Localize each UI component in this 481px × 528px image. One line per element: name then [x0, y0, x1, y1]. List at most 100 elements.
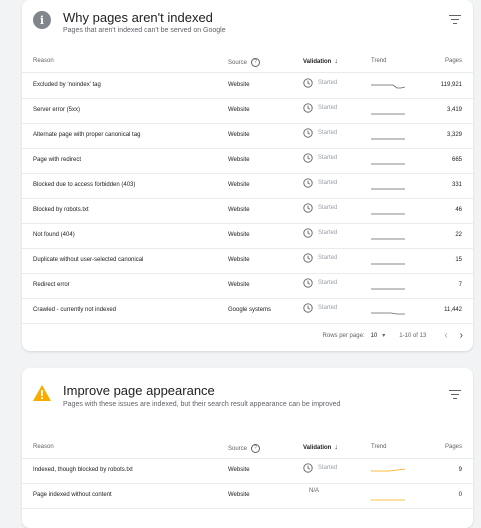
- row-pages: 0: [458, 492, 462, 498]
- validation-status: Started: [318, 80, 338, 86]
- trend-sparkline: [371, 238, 405, 240]
- trend-sparkline: [371, 312, 405, 315]
- validation-status: Started: [318, 305, 338, 311]
- appearance-rows: Indexed, though blocked by robots.txt Web…: [22, 459, 473, 509]
- table-header: Reason Source? Validation ↓ Trend Pages: [22, 438, 473, 459]
- help-icon[interactable]: ?: [251, 444, 261, 453]
- trend-sparkline: [371, 163, 405, 165]
- row-validation: Started: [303, 128, 337, 138]
- row-source: Google systems: [228, 307, 272, 313]
- trend-sparkline: [371, 468, 405, 472]
- trend-sparkline: [371, 84, 405, 89]
- row-source: Website: [228, 82, 250, 88]
- row-reason: Page indexed without content: [33, 492, 112, 498]
- sort-arrow-down-icon: ↓: [334, 58, 338, 65]
- table-row[interactable]: Redirect error Website Started 7: [22, 274, 473, 299]
- rows-per-page-label: Rows per page:: [322, 332, 365, 339]
- row-validation: Started: [303, 463, 337, 473]
- validation-status: Started: [318, 280, 338, 286]
- trend-sparkline: [371, 113, 405, 115]
- clock-icon: [303, 103, 313, 113]
- clock-icon: [303, 278, 313, 288]
- table-row[interactable]: Duplicate without user-selected canonica…: [22, 249, 473, 274]
- trend-sparkline: [371, 263, 405, 265]
- row-source: Website: [228, 282, 250, 288]
- table-row[interactable]: Indexed, though blocked by robots.txt Web…: [22, 459, 473, 484]
- card-title: Why pages aren't indexed: [63, 10, 213, 25]
- dropdown-arrow-icon[interactable]: ▾: [382, 332, 385, 339]
- column-header-validation[interactable]: Validation ↓: [303, 444, 338, 451]
- appearance-card: Improve page appearance Pages with these…: [22, 368, 473, 528]
- trend-sparkline: [371, 499, 405, 501]
- previous-page-icon[interactable]: ‹: [444, 330, 447, 341]
- row-validation: Started: [303, 278, 337, 288]
- card-subtitle: Pages that aren't indexed can't be serve…: [63, 27, 226, 34]
- clock-icon: [303, 203, 313, 213]
- trend-sparkline: [371, 213, 405, 215]
- validation-status: Started: [318, 155, 338, 161]
- row-source: Website: [228, 107, 250, 113]
- table-row[interactable]: Alternate page with proper canonical tag…: [22, 124, 473, 149]
- row-pages: 7: [458, 282, 462, 288]
- row-reason: Crawled - currently not indexed: [33, 307, 117, 313]
- row-pages: 665: [451, 157, 462, 163]
- pagination: Rows per page: 10 ▾ 1-10 of 13 ‹ ›: [323, 330, 463, 341]
- not-indexed-card: i Why pages aren't indexed Pages that ar…: [22, 0, 473, 351]
- row-source: Website: [228, 232, 250, 238]
- row-source: Website: [228, 492, 250, 498]
- row-source: Website: [228, 157, 250, 163]
- table-row[interactable]: Page indexed without content Website N/A 0: [22, 484, 473, 509]
- row-source: Website: [228, 257, 250, 263]
- row-pages: 11,442: [444, 307, 462, 313]
- next-page-icon[interactable]: ›: [460, 330, 463, 341]
- row-reason: Page with redirect: [33, 157, 82, 163]
- row-pages: 22: [455, 232, 462, 238]
- clock-icon: [303, 228, 313, 238]
- table-row[interactable]: Blocked due to access forbidden (403) Web…: [22, 174, 473, 199]
- help-icon[interactable]: ?: [251, 58, 261, 67]
- validation-status: Started: [318, 255, 338, 261]
- row-validation: N/A: [303, 488, 319, 494]
- validation-status: Started: [318, 230, 338, 236]
- column-header-reason: Reason: [33, 444, 54, 450]
- row-pages: 9: [458, 467, 462, 473]
- table-row[interactable]: Excluded by ‘noindex’ tag Website Started 1…: [22, 74, 473, 99]
- table-row[interactable]: Not found (404) Website Started 22: [22, 224, 473, 249]
- filter-icon[interactable]: [449, 390, 461, 400]
- card-title: Improve page appearance: [63, 383, 215, 398]
- row-reason: Alternate page with proper canonical tag: [33, 132, 141, 138]
- table-row[interactable]: Blocked by robots.txt Website Started 46: [22, 199, 473, 224]
- filter-icon[interactable]: [449, 15, 461, 25]
- clock-icon: [303, 78, 313, 88]
- row-source: Website: [228, 182, 250, 188]
- column-header-validation[interactable]: Validation ↓: [303, 58, 338, 65]
- row-reason: Server error (5xx): [33, 107, 81, 113]
- row-pages: 3,419: [446, 107, 462, 113]
- row-reason: Indexed, though blocked by robots.txt: [33, 467, 133, 473]
- row-reason: Blocked by robots.txt: [33, 207, 89, 213]
- clock-icon: [303, 463, 313, 473]
- column-header-reason: Reason: [33, 58, 54, 64]
- clock-icon: [303, 303, 313, 313]
- row-reason: Redirect error: [33, 282, 70, 288]
- row-validation: Started: [303, 203, 337, 213]
- clock-icon: [303, 153, 313, 163]
- row-reason: Duplicate without user-selected canonica…: [33, 257, 144, 263]
- table-row[interactable]: Server error (5xx) Website Started 3,419: [22, 99, 473, 124]
- validation-status: Started: [318, 105, 338, 111]
- table-header: Reason Source? Validation ↓ Trend Pages: [22, 52, 473, 73]
- row-validation: Started: [303, 253, 337, 263]
- column-header-pages: Pages: [444, 444, 462, 450]
- rows-per-page-select[interactable]: 10: [371, 333, 378, 339]
- clock-icon: [303, 178, 313, 188]
- table-row[interactable]: Crawled - currently not indexed Google sy…: [22, 299, 473, 324]
- row-reason: Blocked due to access forbidden (403): [33, 182, 136, 188]
- warning-icon: [33, 384, 51, 402]
- row-validation: Started: [303, 178, 337, 188]
- page-range: 1-10 of 13: [399, 332, 427, 339]
- row-source: Website: [228, 132, 250, 138]
- row-pages: 331: [451, 182, 462, 188]
- clock-icon: [303, 128, 313, 138]
- row-validation: Started: [303, 78, 337, 88]
- table-row[interactable]: Page with redirect Website Started 665: [22, 149, 473, 174]
